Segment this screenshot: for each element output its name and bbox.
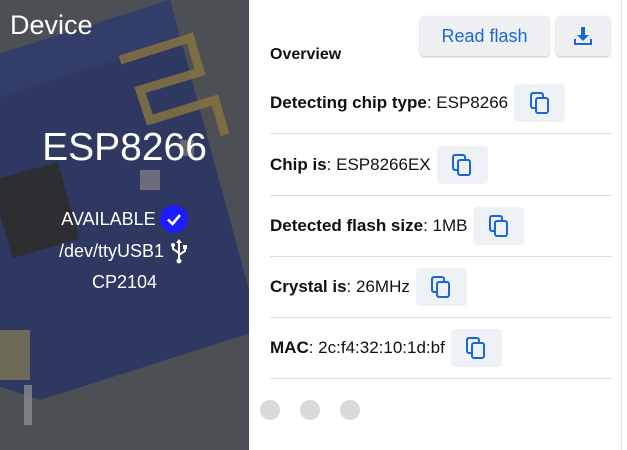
- row-label: MAC: [270, 338, 309, 357]
- loading-dot: [300, 400, 320, 420]
- copy-icon: [529, 92, 549, 114]
- row-value: ESP8266: [436, 93, 509, 112]
- status-text: AVAILABLE: [61, 208, 156, 229]
- loading-dot: [340, 400, 360, 420]
- chip-name: ESP8266: [42, 126, 207, 169]
- row-label: Detected flash size: [270, 216, 424, 235]
- copy-icon: [466, 337, 486, 359]
- loading-dots: [260, 400, 360, 420]
- overview-row: Detected flash size: 1MB: [270, 196, 612, 257]
- copy-icon: [488, 215, 508, 237]
- check-circle-icon: [159, 205, 188, 233]
- row-value: 26MHz: [356, 277, 410, 296]
- copy-button[interactable]: [415, 268, 467, 306]
- overview-row: MAC: 2c:f4:32:10:1d:bf: [270, 318, 612, 379]
- bridge-line: CP2104: [0, 272, 249, 293]
- overview-panel: Read flash Overview Detecting chip type:…: [249, 0, 622, 450]
- row-label: Chip is: [270, 155, 327, 174]
- row-value: 1MB: [432, 216, 468, 235]
- overview-row: Chip is: ESP8266EX: [270, 135, 612, 196]
- row-value: ESP8266EX: [336, 155, 431, 174]
- read-flash-button[interactable]: Read flash: [420, 16, 549, 56]
- copy-button[interactable]: [436, 146, 488, 184]
- bridge-text: CP2104: [91, 272, 158, 292]
- copy-icon: [431, 276, 451, 298]
- download-icon: [574, 27, 592, 45]
- copy-icon: [452, 154, 472, 176]
- overview-row: Detecting chip type: ESP8266: [270, 73, 612, 134]
- overview-row: Crystal is: 26MHz: [270, 257, 612, 318]
- loading-dot: [260, 400, 280, 420]
- device-panel: Device ESP8266 AVAILABLE /dev/ttyUSB1 CP…: [0, 0, 249, 450]
- row-value: 2c:f4:32:10:1d:bf: [318, 338, 445, 357]
- usb-icon: [171, 239, 188, 264]
- row-label: Detecting chip type: [270, 93, 427, 112]
- copy-button[interactable]: [473, 207, 525, 245]
- download-button[interactable]: [556, 16, 610, 56]
- port-text: /dev/ttyUSB1: [58, 240, 165, 261]
- copy-button[interactable]: [450, 329, 502, 367]
- copy-button[interactable]: [514, 84, 566, 122]
- overview-heading: Overview: [270, 46, 342, 63]
- port-line: /dev/ttyUSB1: [0, 238, 249, 264]
- status-line: AVAILABLE: [0, 205, 249, 233]
- row-label: Crystal is: [270, 277, 347, 296]
- device-title: Device: [10, 10, 93, 40]
